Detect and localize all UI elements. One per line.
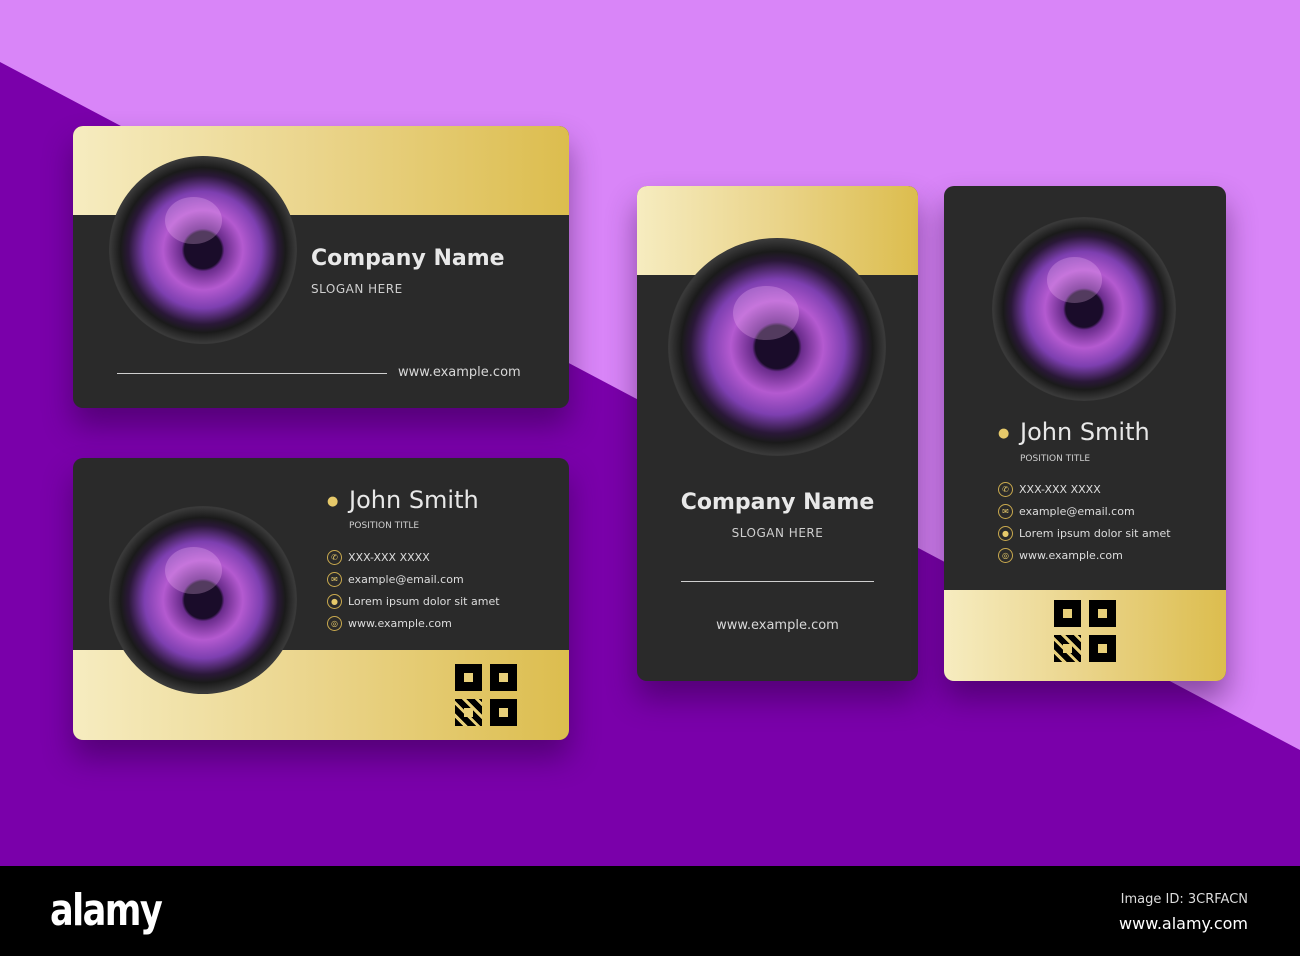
business-card-front-horizontal: Company Name SLOGAN HERE www.example.com: [73, 126, 569, 408]
location-icon: ●: [998, 526, 1013, 541]
person-name: John Smith: [1020, 418, 1150, 446]
person-icon: ●: [998, 426, 1010, 441]
contact-phone: ✆ XXX-XXX XXXX: [998, 482, 1101, 497]
contact-email: ✉ example@email.com: [327, 572, 464, 587]
qr-code: [455, 664, 517, 726]
person-name: John Smith: [349, 486, 479, 514]
business-card-back-vertical: ● John Smith POSITION TITLE ✆ XXX-XXX XXX…: [944, 186, 1226, 681]
divider-line: [681, 581, 874, 582]
camera-lens-image: [109, 156, 297, 344]
company-name: Company Name: [311, 246, 505, 271]
person-icon: ●: [327, 494, 339, 509]
camera-lens-image: [992, 217, 1176, 401]
business-card-front-vertical: Company Name SLOGAN HERE www.example.com: [637, 186, 918, 681]
slogan: SLOGAN HERE: [731, 526, 824, 540]
qr-code: [1054, 600, 1116, 662]
alamy-logo: alamy: [50, 885, 163, 936]
position-title: POSITION TITLE: [1020, 454, 1091, 464]
phone-icon: ✆: [327, 550, 342, 565]
camera-lens-image: [109, 506, 297, 694]
globe-icon: ◎: [998, 548, 1013, 563]
image-id: Image ID: 3CRFACN: [1120, 892, 1248, 907]
camera-lens-image: [668, 238, 886, 456]
business-card-back-horizontal: ● John Smith POSITION TITLE ✆ XXX-XXX XXX…: [73, 458, 569, 740]
divider-line: [117, 373, 387, 374]
slogan: SLOGAN HERE: [311, 282, 403, 296]
position-title: POSITION TITLE: [349, 521, 420, 531]
footer-site: www.alamy.com: [1119, 914, 1248, 933]
website: www.example.com: [716, 618, 839, 633]
mail-icon: ✉: [327, 572, 342, 587]
company-name: Company Name: [680, 490, 875, 515]
footer-bar: [0, 866, 1300, 956]
contact-website: ◎ www.example.com: [998, 548, 1123, 563]
mail-icon: ✉: [998, 504, 1013, 519]
contact-address: ● Lorem ipsum dolor sit amet: [998, 526, 1171, 541]
website: www.example.com: [398, 365, 521, 380]
contact-phone: ✆ XXX-XXX XXXX: [327, 550, 430, 565]
contact-email: ✉ example@email.com: [998, 504, 1135, 519]
location-icon: ●: [327, 594, 342, 609]
contact-address: ● Lorem ipsum dolor sit amet: [327, 594, 500, 609]
globe-icon: ◎: [327, 616, 342, 631]
contact-website: ◎ www.example.com: [327, 616, 452, 631]
phone-icon: ✆: [998, 482, 1013, 497]
